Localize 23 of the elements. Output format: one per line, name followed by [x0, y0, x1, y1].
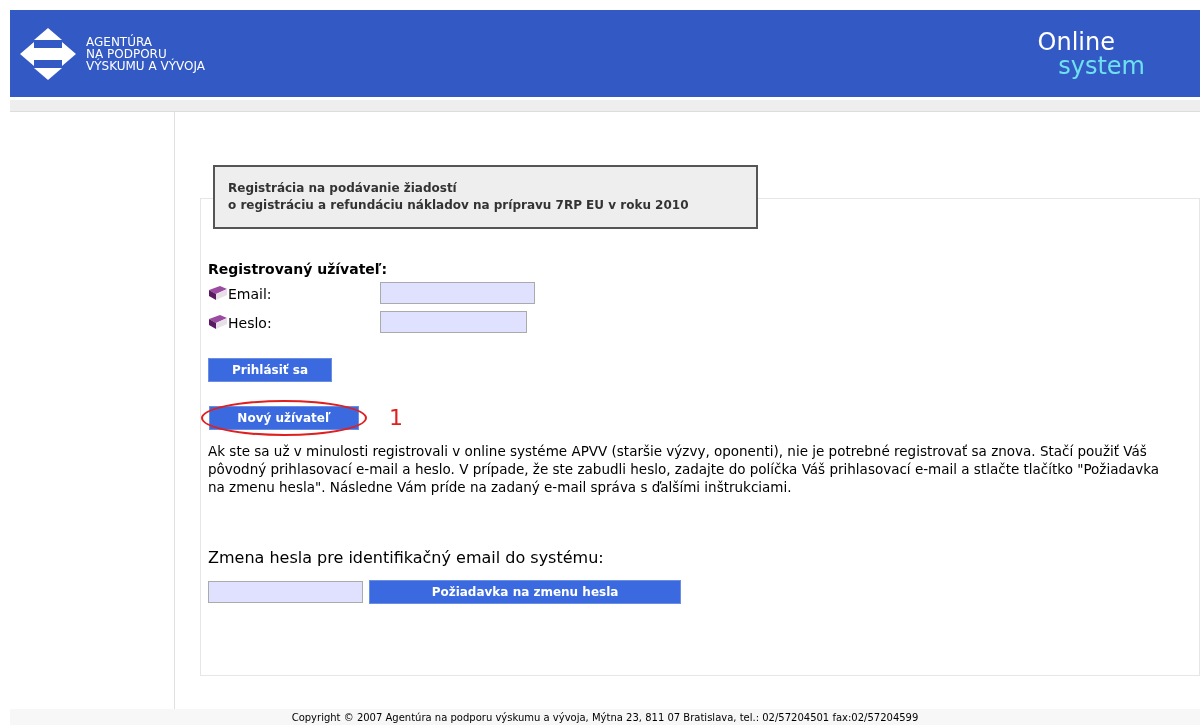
- annotation-number: 1: [389, 406, 403, 430]
- password-reset-button[interactable]: Požiadavka na zmenu hesla: [369, 580, 681, 604]
- field-label: Email:: [228, 285, 273, 304]
- input-field[interactable]: [380, 310, 527, 333]
- book-icon: [208, 313, 228, 330]
- info-paragraph: Ak ste sa už v minulosti registrovali v online systéme APVV (staršie výzvy, oponenti), nie je potrebné registrovať sa znova. Stačí použiť Váš pôvodný prihlasovací e-mail a heslo. V prípade, že ste zabudli heslo, zadajte do políčka Váš prihlasovací e-mail a stlačte tlačítko "Požiadavka na zmenu hesla". Následne Vám príde na zadaný e-mail správa s ďalšími inštrukciami.: [208, 442, 1161, 496]
- logo-text: AGENTÚRA: [86, 35, 154, 48]
- title-text: Registrácia na podávanie žiadostí: [228, 180, 458, 197]
- login-button[interactable]: Prihlásiť sa: [208, 358, 332, 382]
- new-user-button[interactable]: Nový užívateľ: [209, 406, 359, 430]
- input-field[interactable]: [380, 281, 535, 304]
- brand-text: system: [1058, 53, 1145, 78]
- field-label: Heslo:: [228, 314, 273, 333]
- section-heading: Registrovaný užívateľ:: [208, 260, 389, 279]
- copyright-text: Copyright © 2007 Agentúra na podporu výskumu a vývoja, Mýtna 23, 811 07 Bratislava, tel.: 02/57204501 fax:02/57204599: [291, 710, 919, 725]
- title-text: o registráciu a refundáciu nákladov na prípravu 7RP EU v roku 2010: [228, 197, 690, 214]
- section-heading: Zmena hesla pre identifikačný email do systému:: [208, 547, 605, 569]
- book-icon: [208, 284, 228, 301]
- logo-text: VÝSKUMU A VÝVOJA: [86, 59, 205, 72]
- logo-icon: [20, 25, 76, 82]
- brand-text: Online: [1037, 29, 1115, 54]
- email-field[interactable]: [208, 581, 363, 603]
- logo-text: NA PODPORU: [86, 47, 167, 60]
